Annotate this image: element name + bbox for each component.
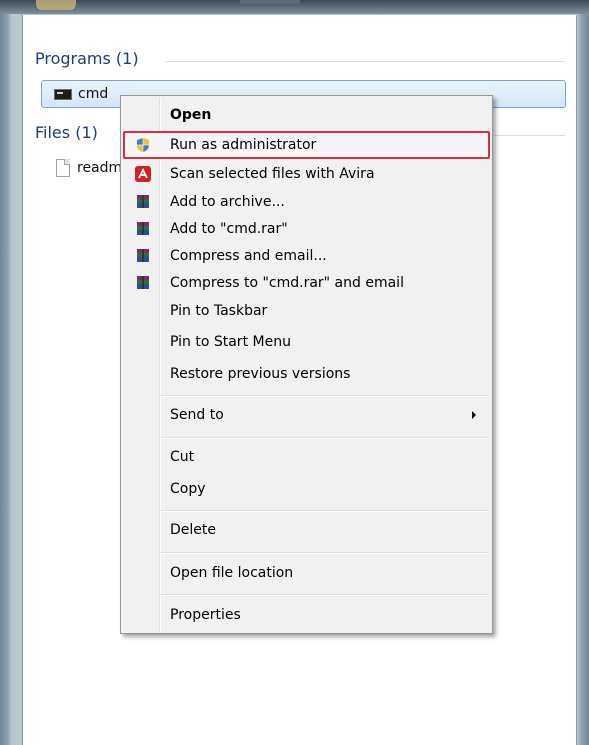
uac-shield-icon (137, 138, 149, 152)
menu-item-label: Compress to "cmd.rar" and email (170, 275, 404, 291)
menu-item-delete[interactable]: Delete (123, 516, 490, 544)
avira-icon (135, 166, 151, 182)
menu-item-label: Copy (170, 481, 206, 497)
menu-item-properties[interactable]: Properties (123, 601, 490, 629)
menu-item-label: Cut (170, 449, 195, 465)
winrar-icon (137, 222, 149, 235)
menu-separator (161, 395, 488, 397)
menu-item-label: Pin to Taskbar (170, 303, 268, 319)
menu-separator (161, 510, 488, 512)
program-result-label: cmd (78, 86, 109, 102)
menu-item-label: Delete (170, 522, 216, 538)
programs-divider (165, 61, 565, 62)
menu-item-add-to-cmd-rar[interactable]: Add to "cmd.rar" (123, 215, 490, 243)
menu-item-send-to[interactable]: Send to (123, 401, 490, 429)
menu-separator (161, 594, 488, 596)
menu-separator (161, 437, 488, 439)
folder-icon (36, 0, 76, 10)
menu-item-pin-to-start-menu[interactable]: Pin to Start Menu (123, 328, 490, 356)
cmd-icon (54, 89, 72, 100)
menu-item-open[interactable]: Open (123, 101, 490, 129)
menu-item-label: Run as administrator (170, 137, 317, 153)
menu-item-label: Scan selected files with Avira (170, 166, 375, 182)
context-menu: Open Run as administrator Scan selected … (120, 95, 493, 634)
menu-item-label: Compress and email... (170, 248, 327, 264)
menu-item-copy[interactable]: Copy (123, 475, 490, 503)
menu-item-scan-avira[interactable]: Scan selected files with Avira (123, 160, 490, 188)
winrar-icon (137, 249, 149, 262)
menu-item-restore-previous-versions[interactable]: Restore previous versions (123, 360, 490, 388)
menu-item-label: Open (170, 107, 212, 123)
winrar-icon (137, 276, 149, 289)
file-icon (56, 159, 70, 177)
file-result-label[interactable]: readm (77, 160, 122, 176)
menu-item-add-to-archive[interactable]: Add to archive... (123, 188, 490, 216)
menu-item-compress-to-cmd-rar-email[interactable]: Compress to "cmd.rar" and email (123, 269, 490, 297)
menu-item-run-as-administrator[interactable]: Run as administrator (123, 131, 490, 159)
title-fragment (240, 0, 300, 4)
menu-item-label: Open file location (170, 565, 294, 581)
menu-item-open-file-location[interactable]: Open file location (123, 559, 490, 587)
menu-item-cut[interactable]: Cut (123, 443, 490, 471)
menu-item-label: Restore previous versions (170, 366, 351, 382)
menu-item-label: Add to "cmd.rar" (170, 221, 288, 237)
submenu-arrow-icon (472, 411, 476, 419)
menu-item-compress-and-email[interactable]: Compress and email... (123, 242, 490, 270)
winrar-icon (137, 195, 149, 208)
menu-separator (161, 552, 488, 554)
menu-item-label: Pin to Start Menu (170, 334, 291, 350)
window-top-strip (0, 0, 589, 14)
menu-item-pin-to-taskbar[interactable]: Pin to Taskbar (123, 297, 490, 325)
menu-item-label: Send to (170, 407, 224, 423)
programs-section-header: Programs (1) (35, 49, 139, 68)
files-section-header: Files (1) (35, 123, 98, 142)
menu-item-label: Add to archive... (170, 194, 285, 210)
menu-item-label: Properties (170, 607, 241, 623)
